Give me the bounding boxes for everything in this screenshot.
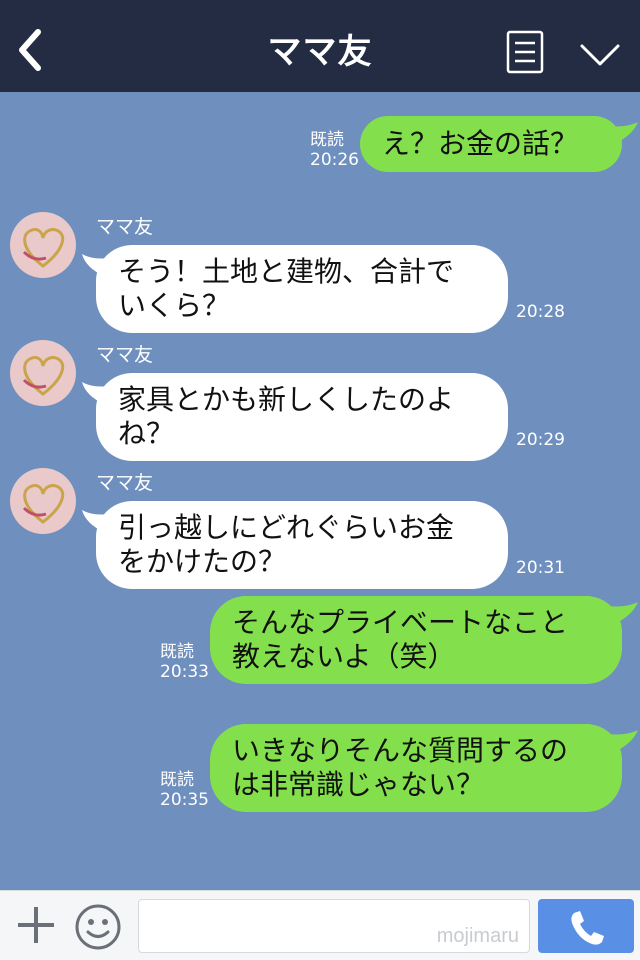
sender-name: ママ友: [96, 472, 154, 494]
emoji-button[interactable]: [74, 903, 122, 951]
message-text: そう！土地と建物、合計で いくら？: [118, 255, 455, 322]
message-time: 20:28: [516, 302, 565, 322]
received-message-bubble[interactable]: 引っ越しにどれぐらいお金 をかけたの？: [96, 501, 508, 589]
received-message-bubble[interactable]: 家具とかも新しくしたのよ ね？: [96, 373, 508, 461]
message-time: 20:35: [160, 790, 209, 810]
read-receipt: 既読: [160, 770, 194, 790]
bubble-tail: [608, 122, 638, 144]
message-text: え？お金の話？: [382, 127, 579, 160]
sent-message-bubble[interactable]: そんなプライベートなこと 教えないよ（笑）: [210, 596, 622, 684]
chevron-down-icon: [580, 44, 620, 66]
sender-name: ママ友: [96, 216, 154, 238]
heart-necklace-icon: [22, 484, 65, 524]
message-text: いきなりそんな質問するの は非常識じゃない？: [232, 734, 569, 801]
watermark: mojimaru: [436, 925, 519, 947]
message-composer: mojimaru: [0, 890, 640, 960]
message-meta: 既読 20:26: [310, 130, 359, 170]
read-receipt: 既読: [160, 642, 194, 662]
read-receipt: 既読: [310, 130, 344, 150]
message-text: 引っ越しにどれぐらいお金 をかけたの？: [118, 511, 455, 578]
message-text: そんなプライベートなこと 教えないよ（笑）: [232, 606, 569, 673]
message-meta: 既読 20:35: [160, 770, 209, 810]
list-menu-icon: [506, 30, 544, 74]
message-time: 20:33: [160, 662, 209, 682]
smiley-icon: [75, 904, 121, 950]
back-button[interactable]: [10, 26, 50, 74]
message-time: 20:31: [516, 558, 565, 578]
phone-icon: [571, 911, 604, 945]
plus-icon: [18, 907, 54, 943]
chat-header: ママ友: [0, 0, 640, 92]
sent-message-bubble[interactable]: いきなりそんな質問するの は非常識じゃない？: [210, 724, 622, 812]
chevron-left-icon: [19, 29, 41, 71]
add-attachment-button[interactable]: [14, 903, 58, 947]
message-meta: 既読 20:33: [160, 642, 209, 682]
sender-name: ママ友: [96, 344, 154, 366]
chat-title: ママ友: [267, 32, 373, 72]
menu-button[interactable]: [506, 30, 544, 74]
message-text: 家具とかも新しくしたのよ ね？: [118, 383, 455, 450]
heart-necklace-icon: [22, 228, 65, 268]
bubble-tail: [608, 602, 638, 624]
collapse-button[interactable]: [578, 40, 622, 70]
sent-message-bubble[interactable]: え？お金の話？: [360, 116, 622, 172]
call-button[interactable]: [538, 899, 634, 953]
message-time: 20:29: [516, 430, 565, 450]
bubble-tail: [608, 730, 638, 752]
message-time: 20:26: [310, 150, 359, 170]
heart-necklace-icon: [22, 356, 65, 396]
avatar[interactable]: [10, 212, 76, 278]
avatar[interactable]: [10, 468, 76, 534]
received-message-bubble[interactable]: そう！土地と建物、合計で いくら？: [96, 245, 508, 333]
avatar[interactable]: [10, 340, 76, 406]
chat-area[interactable]: 既読 20:26 え？お金の話？ ママ友 そう！土地と建物、合計で いくら？ 2…: [0, 92, 640, 890]
message-input[interactable]: mojimaru: [138, 899, 530, 953]
